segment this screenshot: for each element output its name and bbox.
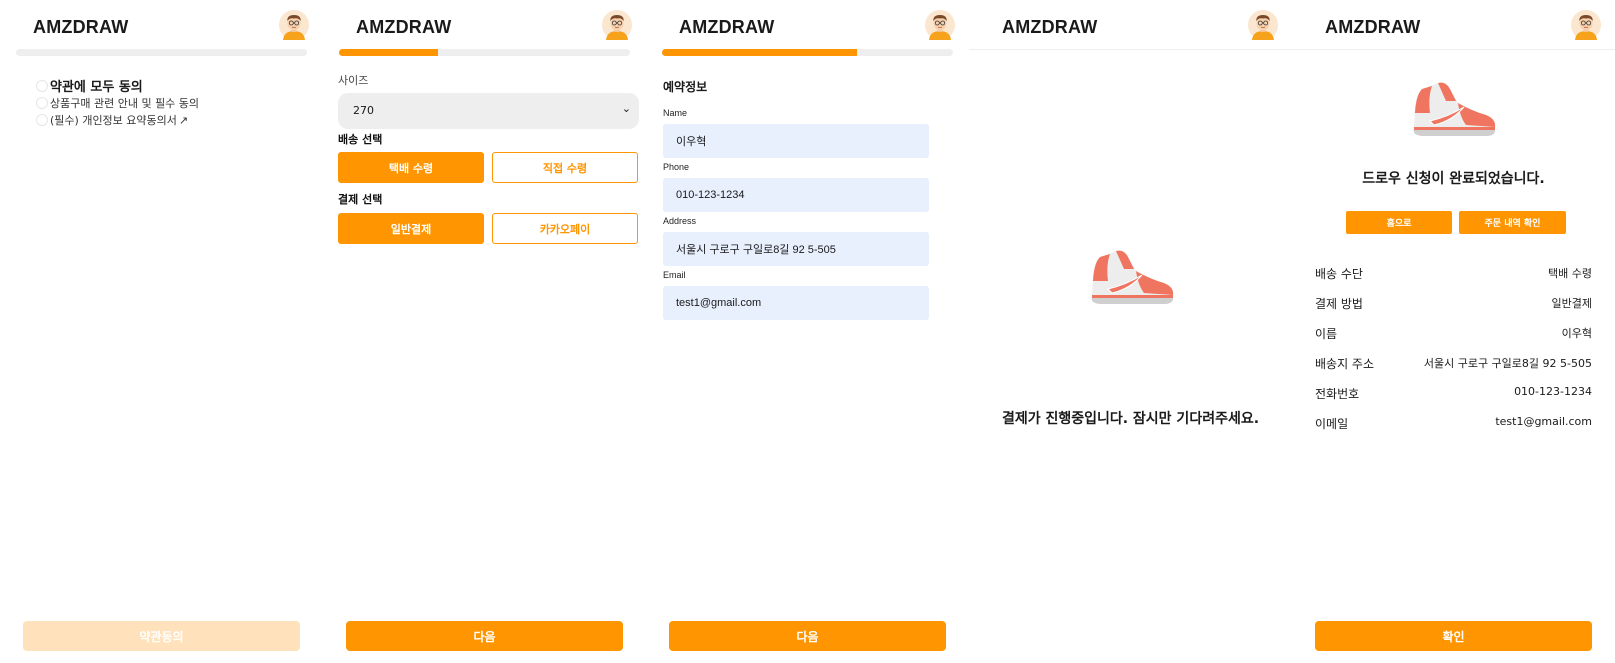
avatar-icon[interactable] <box>1571 10 1601 40</box>
detail-row-name: 이름 이우혁 <box>1315 325 1592 345</box>
chevron-down-icon: ⌄ <box>621 102 631 115</box>
phone-label: Phone <box>663 162 690 172</box>
complete-message: 드로우 신청이 완료되었습니다. <box>1362 171 1545 187</box>
header: AMZDRAW <box>985 10 1276 44</box>
external-link-icon[interactable]: ↗ <box>179 114 188 127</box>
header-divider <box>1292 49 1615 50</box>
progress-fill <box>339 49 438 56</box>
reservation-screen: AMZDRAW 예약정보 Name 이우혁 Phone 010-123-1234… <box>646 0 969 663</box>
progress-bar <box>16 49 307 56</box>
progress-bar <box>662 49 953 56</box>
radio-circle-icon <box>36 79 48 92</box>
detail-label: 결제 방법 <box>1315 297 1363 311</box>
detail-value: 서울시 구로구 구일로8길 92 5-505 <box>1423 357 1592 370</box>
detail-value: 일반결제 <box>1551 297 1592 310</box>
order-history-button[interactable]: 주문 내역 확인 <box>1459 211 1566 234</box>
delivery-option-courier[interactable]: 택배 수령 <box>338 152 484 183</box>
detail-value: 이우혁 <box>1561 327 1592 340</box>
header: AMZDRAW <box>1308 10 1599 44</box>
term-label: 상품구매 관련 안내 및 필수 동의 <box>50 97 200 110</box>
size-value: 270 <box>353 104 374 117</box>
app-logo[interactable]: AMZDRAW <box>679 17 774 38</box>
term-item-privacy[interactable]: (필수) 개인정보 요약동의서 ↗ <box>36 112 188 128</box>
avatar-icon[interactable] <box>602 10 632 40</box>
header-divider <box>969 49 1292 50</box>
header: AMZDRAW <box>339 10 630 44</box>
avatar-icon[interactable] <box>1248 10 1278 40</box>
processing-screen: AMZDRAW 결제가 진행중입니다. 잠시만 기다려주세요. <box>969 0 1292 663</box>
detail-value: 010-123-1234 <box>1514 385 1592 398</box>
email-label: Email <box>663 270 686 280</box>
header: AMZDRAW <box>662 10 953 44</box>
detail-label: 배송 수단 <box>1315 267 1363 281</box>
progress-bar <box>339 49 630 56</box>
delivery-label: 배송 선택 <box>338 133 383 146</box>
detail-row-delivery: 배송 수단 택배 수령 <box>1315 265 1592 285</box>
name-label: Name <box>663 108 688 118</box>
term-item-purchase[interactable]: 상품구매 관련 안내 및 필수 동의 <box>36 95 199 111</box>
address-field[interactable]: 서울시 구로구 구일로8길 92 5-505 <box>663 232 929 266</box>
detail-label: 전화번호 <box>1315 387 1360 401</box>
email-field[interactable]: test1@gmail.com <box>663 286 929 320</box>
app-logo[interactable]: AMZDRAW <box>1325 17 1420 38</box>
radio-circle-icon <box>36 97 48 109</box>
detail-label: 이름 <box>1315 327 1338 341</box>
avatar-icon[interactable] <box>279 10 309 40</box>
delivery-option-pickup[interactable]: 직접 수령 <box>492 152 638 183</box>
sneaker-icon <box>1086 245 1176 307</box>
address-label: Address <box>663 216 697 226</box>
reservation-title: 예약정보 <box>663 80 708 94</box>
app-logo[interactable]: AMZDRAW <box>33 17 128 38</box>
home-button[interactable]: 홈으로 <box>1346 211 1452 234</box>
agree-all-label: 약관에 모두 동의 <box>50 80 143 95</box>
app-logo[interactable]: AMZDRAW <box>1002 17 1097 38</box>
progress-fill <box>662 49 857 56</box>
payment-label: 결제 선택 <box>338 193 383 206</box>
detail-row-phone: 전화번호 010-123-1234 <box>1315 385 1592 405</box>
size-select[interactable]: 270 ⌄ <box>338 93 639 129</box>
detail-value: 택배 수령 <box>1548 267 1592 280</box>
size-label: 사이즈 <box>338 74 369 87</box>
term-label: (필수) 개인정보 요약동의서 <box>50 114 177 127</box>
detail-label: 배송지 주소 <box>1315 357 1375 371</box>
name-field[interactable]: 이우혁 <box>663 124 929 158</box>
payment-option-general[interactable]: 일반결제 <box>338 213 484 244</box>
phone-field[interactable]: 010-123-1234 <box>663 178 929 212</box>
agree-all-checkbox[interactable]: 약관에 모두 동의 <box>36 76 143 95</box>
detail-row-address: 배송지 주소 서울시 구로구 구일로8길 92 5-505 <box>1315 355 1592 375</box>
complete-screen: AMZDRAW 드로우 신청이 완료되었습니다. 홈으로 주문 내역 확인 배송… <box>1292 0 1615 663</box>
app-logo[interactable]: AMZDRAW <box>356 17 451 38</box>
header: AMZDRAW <box>16 10 307 44</box>
terms-screen: AMZDRAW 약관에 모두 동의 상품구매 관련 안내 및 필수 동의 (필수… <box>0 0 323 663</box>
processing-message: 결제가 진행중입니다. 잠시만 기다려주세요. <box>1001 411 1260 427</box>
avatar-icon[interactable] <box>925 10 955 40</box>
next-button[interactable]: 다음 <box>669 621 946 651</box>
detail-row-payment: 결제 방법 일반결제 <box>1315 295 1592 315</box>
detail-label: 이메일 <box>1315 417 1349 431</box>
payment-option-kakaopay[interactable]: 카카오페이 <box>492 213 638 244</box>
detail-value: test1@gmail.com <box>1495 415 1592 428</box>
next-button[interactable]: 다음 <box>346 621 623 651</box>
sneaker-icon <box>1408 77 1498 139</box>
agree-button[interactable]: 약관동의 <box>23 621 300 651</box>
options-screen: AMZDRAW 사이즈 270 ⌄ 배송 선택 택배 수령 직접 수령 결제 선… <box>323 0 646 663</box>
radio-circle-icon <box>36 114 48 126</box>
confirm-button[interactable]: 확인 <box>1315 621 1592 651</box>
detail-row-email: 이메일 test1@gmail.com <box>1315 415 1592 435</box>
